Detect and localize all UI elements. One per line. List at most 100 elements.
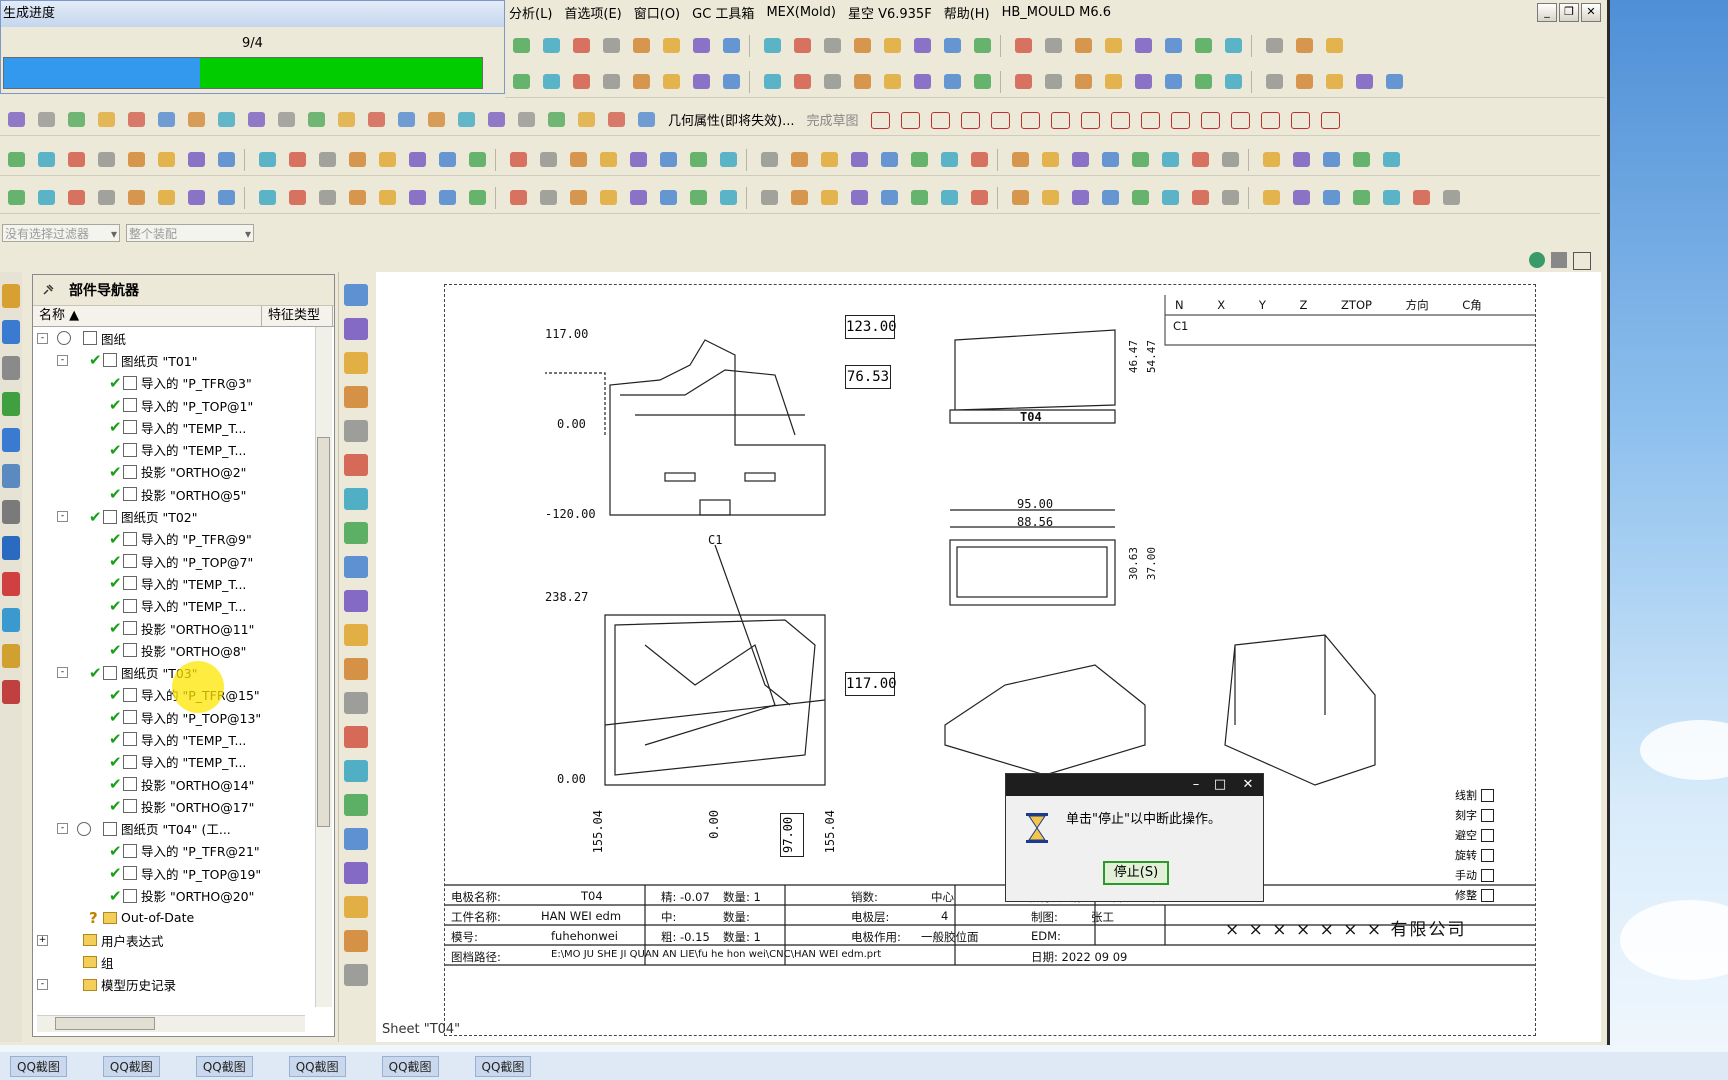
toolbar-tool-icon[interactable]	[659, 34, 685, 58]
toolbar-tool-icon[interactable]	[686, 186, 712, 210]
tree-row[interactable]: ? Out-of-Date	[33, 907, 311, 929]
toolbar-tool-icon[interactable]	[820, 70, 846, 94]
menu-preferences[interactable]: 首选项(E)	[564, 3, 621, 22]
toolbar-tool-icon[interactable]	[629, 34, 655, 58]
tree-row[interactable]: ✔ 导入的 "P_TFR@9"	[33, 528, 311, 550]
toolbar-tool-icon[interactable]	[1221, 70, 1247, 94]
palette-icon[interactable]	[2, 572, 20, 596]
toolbar-tool-icon[interactable]	[435, 186, 461, 210]
toolbar-tool-icon[interactable]	[937, 148, 963, 172]
toolbar-tool-icon[interactable]	[506, 148, 532, 172]
sketch-curve-icon[interactable]	[1317, 108, 1343, 132]
sketch-tool-icon[interactable]	[274, 108, 300, 132]
dialog-minimize-icon[interactable]: –	[1187, 776, 1205, 793]
toolbar-tool-icon[interactable]	[1191, 70, 1217, 94]
toolbar-tool-icon[interactable]	[1262, 70, 1288, 94]
toolbar-tool-icon[interactable]	[1382, 70, 1408, 94]
toolbar-tool-icon[interactable]	[1158, 148, 1184, 172]
menu-help[interactable]: 帮助(H)	[944, 3, 990, 22]
sketch-tool-icon[interactable]	[214, 108, 240, 132]
toolbar-tool-icon[interactable]	[285, 186, 311, 210]
expand-icon[interactable]: +	[37, 934, 48, 946]
part-nav-icon[interactable]	[2, 356, 20, 380]
tree-row[interactable]: ✔ 导入的 "P_TOP@7"	[33, 550, 311, 572]
sketch-tool-icon[interactable]	[364, 108, 390, 132]
toolbar-tool-icon[interactable]	[686, 148, 712, 172]
tree-row[interactable]: ✔ 投影 "ORTHO@11"	[33, 617, 311, 639]
toolbar-tool-icon[interactable]	[315, 186, 341, 210]
tree-row[interactable]: ✔ 导入的 "P_TOP@19"	[33, 862, 311, 884]
toolbar-tool-icon[interactable]	[817, 148, 843, 172]
checkbox[interactable]	[1481, 788, 1494, 802]
sketch-tool-icon[interactable]	[484, 108, 510, 132]
toolbar-tool-icon[interactable]	[569, 34, 595, 58]
drafting-tool-icon[interactable]	[344, 386, 368, 408]
geometry-property-button[interactable]: 几何属性(即将失效)...	[664, 110, 799, 129]
toolbar-tool-icon[interactable]	[659, 70, 685, 94]
checkbox[interactable]	[1481, 868, 1494, 882]
toolbar-tool-icon[interactable]	[1259, 186, 1285, 210]
assembly-nav-icon[interactable]	[2, 284, 20, 308]
toolbar-tool-icon[interactable]	[1071, 34, 1097, 58]
drafting-tool-icon[interactable]	[344, 488, 368, 510]
toolbar-tool-icon[interactable]	[1191, 34, 1217, 58]
toolbar-tool-icon[interactable]	[4, 148, 30, 172]
sketch-tool-icon[interactable]	[514, 108, 540, 132]
system-materials-icon[interactable]	[2, 608, 20, 632]
sketch-curve-icon[interactable]	[1137, 108, 1163, 132]
toolbar-tool-icon[interactable]	[64, 148, 90, 172]
dialog-close-icon[interactable]: ✕	[1239, 776, 1257, 793]
toolbar-tool-icon[interactable]	[596, 186, 622, 210]
sketch-curve-icon[interactable]	[1077, 108, 1103, 132]
tree-row[interactable]: ✔ 导入的 "P_TOP@1"	[33, 394, 311, 416]
toolbar-tool-icon[interactable]	[847, 186, 873, 210]
pin-icon[interactable]	[41, 283, 55, 297]
sketch-curve-icon[interactable]	[1257, 108, 1283, 132]
navigator-horizontal-scrollbar[interactable]	[37, 1015, 305, 1032]
toolbar-tool-icon[interactable]	[689, 34, 715, 58]
toolbar-tool-icon[interactable]	[214, 186, 240, 210]
minimize-icon[interactable]: _	[1537, 3, 1557, 22]
toolbar-tool-icon[interactable]	[124, 148, 150, 172]
tree-row[interactable]: ✔ 导入的 "TEMP_T...	[33, 751, 311, 773]
toolbar-tool-icon[interactable]	[599, 34, 625, 58]
tree-row[interactable]: ✔ 导入的 "TEMP_T...	[33, 572, 311, 594]
toolbar-tool-icon[interactable]	[1322, 70, 1348, 94]
toolbar-tool-icon[interactable]	[536, 148, 562, 172]
toolbar-tool-icon[interactable]	[345, 186, 371, 210]
toolbar-tool-icon[interactable]	[1319, 186, 1345, 210]
process-studio-icon[interactable]	[2, 680, 20, 704]
tree-row[interactable]: - 图纸	[33, 327, 311, 349]
drafting-tool-icon[interactable]	[344, 522, 368, 544]
tree-row[interactable]: + 用户表达式	[33, 929, 311, 951]
toolbar-tool-icon[interactable]	[509, 70, 535, 94]
toolbar-tool-icon[interactable]	[1128, 148, 1154, 172]
drafting-tool-icon[interactable]	[344, 352, 368, 374]
drafting-tool-icon[interactable]	[344, 420, 368, 442]
toolbar-tool-icon[interactable]	[757, 186, 783, 210]
sketch-curve-icon[interactable]	[1107, 108, 1133, 132]
toolbar-tool-icon[interactable]	[1128, 186, 1154, 210]
toolbar-tool-icon[interactable]	[880, 70, 906, 94]
tree-row[interactable]: ✔ 投影 "ORTHO@14"	[33, 773, 311, 795]
checkbox[interactable]	[1481, 828, 1494, 842]
history-icon[interactable]	[2, 464, 20, 488]
toolbar-tool-icon[interactable]	[375, 148, 401, 172]
sketch-tool-icon[interactable]	[304, 108, 330, 132]
toolbar-tool-icon[interactable]	[1292, 34, 1318, 58]
graphics-window[interactable]: 117.00 0.00 -120.00 238.27 0.00 123.00 7…	[376, 252, 1601, 1042]
toolbar-tool-icon[interactable]	[937, 186, 963, 210]
collapse-icon[interactable]: -	[37, 979, 48, 991]
toolbar-tool-icon[interactable]	[760, 70, 786, 94]
view-icon[interactable]	[1529, 252, 1545, 268]
tree-row[interactable]: ✔ 投影 "ORTHO@8"	[33, 639, 311, 661]
drafting-tool-icon[interactable]	[344, 794, 368, 816]
toolbar-tool-icon[interactable]	[1221, 34, 1247, 58]
tree-row[interactable]: 组	[33, 951, 311, 973]
toolbar-tool-icon[interactable]	[716, 186, 742, 210]
toolbar-tool-icon[interactable]	[1262, 34, 1288, 58]
checkbox[interactable]	[1481, 808, 1494, 822]
restore-icon[interactable]: ❐	[1559, 3, 1579, 22]
menu-hb-mould[interactable]: HB_MOULD M6.6	[1002, 5, 1111, 20]
toolbar-tool-icon[interactable]	[94, 148, 120, 172]
